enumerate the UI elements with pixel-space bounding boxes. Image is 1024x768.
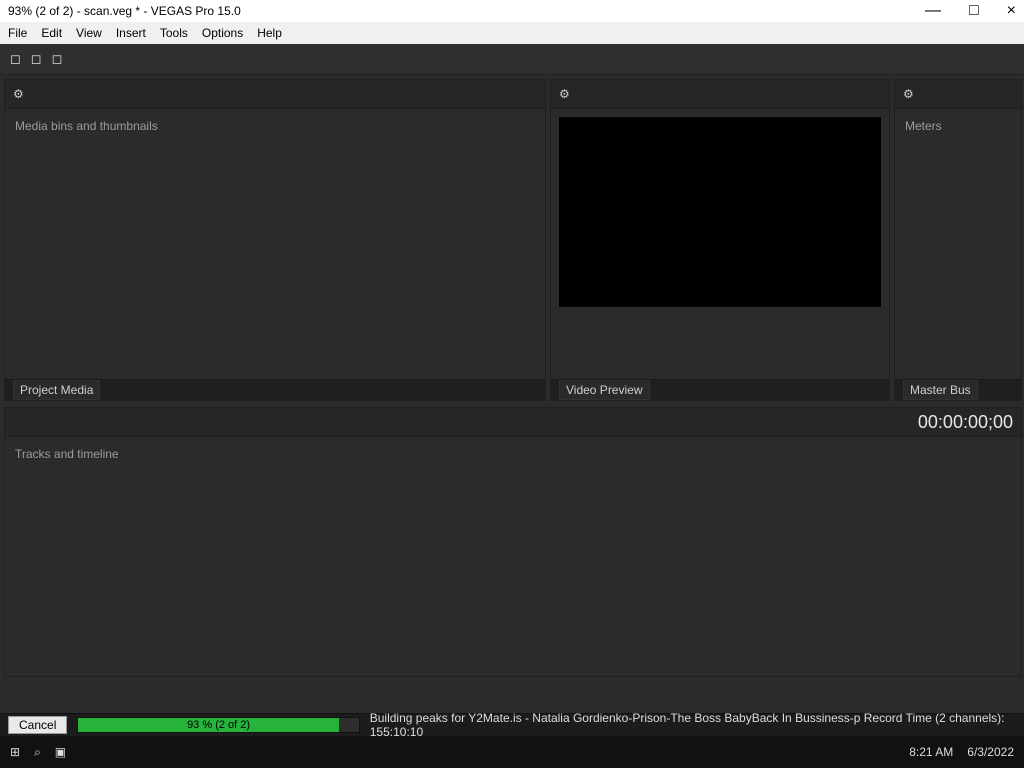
master-bus-toolbar: ⚙: [895, 80, 1021, 109]
video-preview-tabs: Video Preview: [551, 379, 889, 400]
project-media-content: Media bins and thumbnails: [15, 119, 158, 133]
tab-project-media[interactable]: Project Media: [13, 380, 101, 400]
main-toolbar: ◻ ◻ ◻: [0, 44, 1024, 75]
timecode-display: 00:00:00;00: [5, 408, 1021, 437]
taskbar-time: 8:21 AM: [909, 745, 954, 759]
menu-file[interactable]: File: [8, 26, 27, 40]
menu-options[interactable]: Options: [202, 26, 243, 40]
status-bar: Cancel 93 % (2 of 2) Building peaks for …: [0, 711, 1024, 739]
menu-tools[interactable]: Tools: [160, 26, 188, 40]
menu-help[interactable]: Help: [257, 26, 282, 40]
taskbar-app[interactable]: ▣: [55, 745, 66, 759]
menu-insert[interactable]: Insert: [116, 26, 146, 40]
project-media-toolbar: ⚙: [5, 80, 545, 109]
windows-taskbar: ⊞ ⌕ ▣ 8:21 AM 6/3/2022: [0, 736, 1024, 768]
timeline-content: Tracks and timeline: [15, 447, 119, 461]
panel-icon[interactable]: ⚙: [559, 87, 570, 101]
app-window: 93% (2 of 2) - scan.veg * - VEGAS Pro 15…: [0, 0, 1024, 768]
status-message: Building peaks for Y2Mate.is - Natalia G…: [369, 711, 1005, 739]
window-controls: — □ ×: [925, 2, 1016, 20]
project-media-tabs: Project Media: [5, 379, 545, 400]
master-bus-panel: ⚙ Meters Master Bus: [894, 79, 1022, 401]
minimize-button[interactable]: —: [925, 2, 941, 20]
menu-bar: File Edit View Insert Tools Options Help: [0, 22, 1024, 44]
menu-view[interactable]: View: [76, 26, 102, 40]
panel-icon[interactable]: ⚙: [903, 87, 914, 101]
maximize-button[interactable]: □: [969, 2, 979, 20]
timecode: 00:00:00;00: [917, 411, 1013, 432]
taskbar-date: 6/3/2022: [967, 745, 1014, 759]
tab-video-preview[interactable]: Video Preview: [559, 380, 650, 400]
toolbar-icon[interactable]: ◻: [10, 51, 21, 67]
project-media-panel: ⚙ Media bins and thumbnails Project Medi…: [4, 79, 546, 401]
close-button[interactable]: ×: [1007, 2, 1016, 20]
cancel-button[interactable]: Cancel: [8, 716, 68, 734]
panel-icon[interactable]: ⚙: [13, 87, 24, 101]
tab-master-bus[interactable]: Master Bus: [903, 380, 978, 400]
title-bar: 93% (2 of 2) - scan.veg * - VEGAS Pro 15…: [0, 0, 1024, 22]
timeline-panel: 00:00:00;00 Tracks and timeline: [4, 407, 1022, 677]
toolbar-icon[interactable]: ◻: [31, 51, 42, 67]
video-preview-toolbar: ⚙: [551, 80, 889, 109]
window-title: 93% (2 of 2) - scan.veg * - VEGAS Pro 15…: [8, 4, 241, 18]
workspace: ⚙ Media bins and thumbnails Project Medi…: [0, 75, 1024, 713]
master-bus-meters: Meters: [905, 119, 942, 133]
progress-bar: 93 % (2 of 2): [77, 717, 360, 733]
toolbar-icon[interactable]: ◻: [52, 51, 63, 67]
start-button[interactable]: ⊞: [10, 745, 20, 759]
progress-label: 93 % (2 of 2): [187, 719, 251, 731]
menu-edit[interactable]: Edit: [41, 26, 62, 40]
search-icon[interactable]: ⌕: [34, 745, 41, 760]
video-preview-canvas: [559, 117, 881, 307]
master-bus-tabs: Master Bus: [895, 379, 1021, 400]
video-preview-panel: ⚙ Video Preview: [550, 79, 890, 401]
